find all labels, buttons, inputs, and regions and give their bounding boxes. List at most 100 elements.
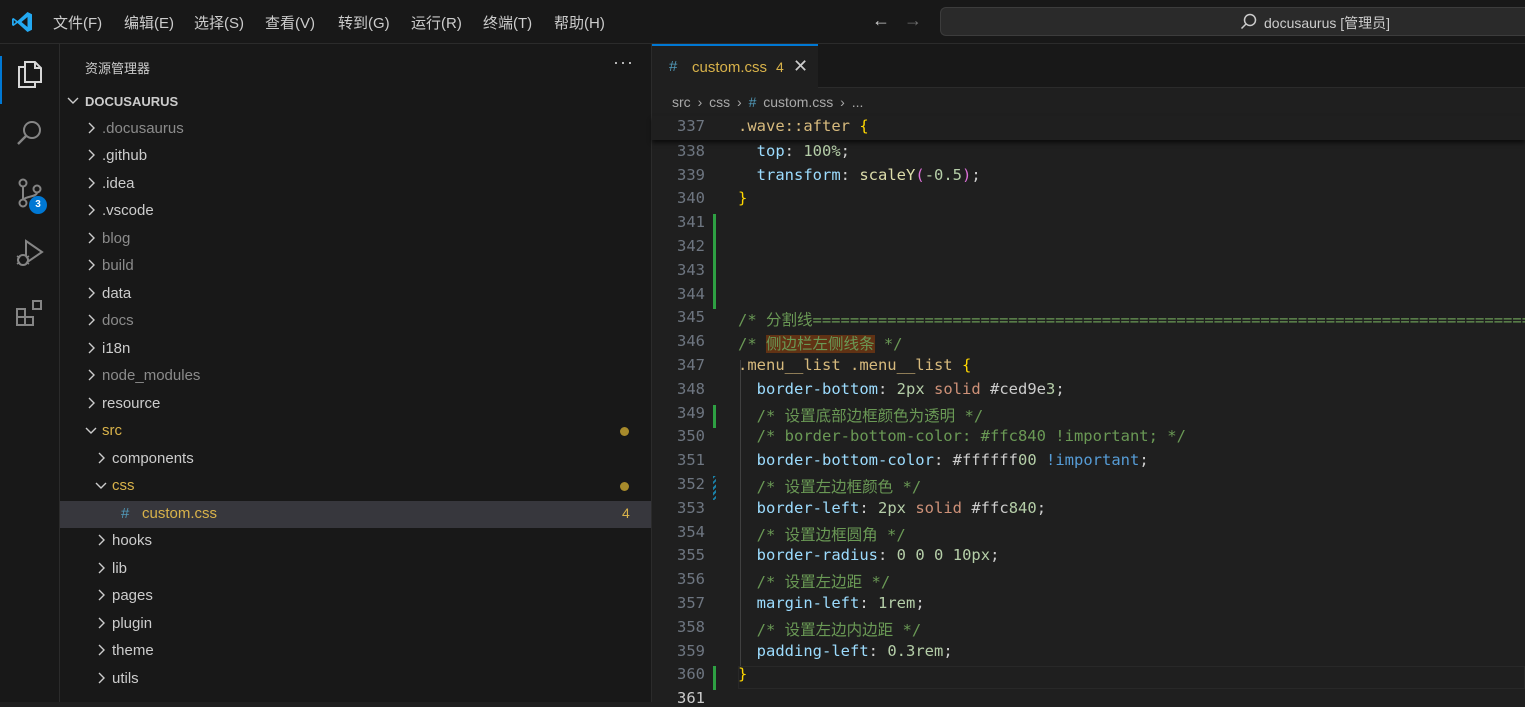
folder-item[interactable]: .docusaurus (60, 116, 651, 143)
breadcrumb-css[interactable]: css (709, 94, 730, 110)
code-editor[interactable]: 338 top: 100%; 339 transform: scaleY(-0.5… (652, 116, 1525, 707)
breadcrumb-file[interactable]: custom.css (763, 94, 833, 110)
line-number: 358 (677, 617, 705, 636)
folder-item[interactable]: hooks (60, 528, 651, 555)
code-line[interactable]: border-left: 2px solid #ffc840; (738, 499, 1046, 517)
run-debug-icon[interactable] (14, 237, 46, 269)
modified-dot-icon (620, 482, 629, 491)
vscode-logo-icon[interactable] (10, 10, 34, 34)
folder-item[interactable]: src (60, 418, 651, 445)
search-icon[interactable] (14, 117, 46, 149)
code-line[interactable]: border-bottom-color: #ffffff00 !importan… (738, 451, 1149, 469)
code-line[interactable]: /* 分割线==================================… (738, 308, 1525, 330)
line-number: 344 (677, 284, 705, 303)
line-number: 351 (677, 451, 705, 470)
folder-item[interactable]: .idea (60, 171, 651, 198)
line-number: 337 (677, 117, 705, 135)
menu-go[interactable]: 转到(G) (338, 12, 390, 33)
breadcrumb-src[interactable]: src (672, 94, 691, 110)
line-number: 350 (677, 427, 705, 446)
menu-view[interactable]: 查看(V) (265, 12, 315, 33)
line-number: 342 (677, 237, 705, 255)
file-item[interactable]: # custom.css 4 (60, 500, 651, 528)
menu-selection[interactable]: 选择(S) (194, 12, 244, 33)
code-line[interactable]: /* 设置边框圆角 */ (738, 523, 906, 545)
folder-item[interactable]: .vscode (60, 198, 651, 225)
chevron-right-icon (88, 149, 95, 161)
close-icon[interactable]: ✕ (793, 56, 808, 77)
sidebar-title: 资源管理器 (85, 61, 151, 76)
menu-help[interactable]: 帮助(H) (554, 12, 605, 33)
current-line-highlight (738, 666, 1525, 690)
folder-item[interactable]: css (60, 473, 651, 500)
tab-problem-count: 4 (776, 59, 784, 75)
line-number: 338 (677, 141, 705, 160)
folder-item[interactable]: theme (60, 638, 651, 665)
folder-item[interactable]: blog (60, 226, 651, 253)
breadcrumb-symbol[interactable]: ... (852, 94, 864, 110)
code-line[interactable]: padding-left: 0.3rem; (738, 642, 953, 660)
command-center[interactable]: docusaurus [管理员] (940, 7, 1525, 36)
added-line-marker (713, 666, 716, 691)
folder-item[interactable]: utils (60, 666, 651, 693)
folder-item[interactable]: pages (60, 583, 651, 610)
code-line[interactable]: } (738, 189, 747, 207)
forward-arrow-icon[interactable]: → (904, 10, 922, 31)
chevron-right-icon (88, 314, 95, 326)
code-line[interactable]: margin-left: 1rem; (738, 594, 925, 612)
menu-file[interactable]: 文件(F) (53, 12, 102, 33)
folder-item[interactable]: data (60, 281, 651, 308)
tree-item-label: hooks (112, 532, 153, 549)
chevron-right-icon (88, 232, 95, 243)
menu-terminal[interactable]: 终端(T) (483, 12, 532, 33)
folder-item[interactable]: node_modules (60, 363, 651, 390)
code-line[interactable]: transform: scaleY(-0.5); (738, 166, 981, 184)
line-number: 352 (677, 475, 705, 493)
folder-item[interactable]: .github (60, 143, 651, 170)
code-line[interactable]: border-bottom: 2px solid #ced9e3; (738, 380, 1065, 398)
line-number: 355 (677, 546, 705, 565)
problem-count: 4 (622, 504, 630, 521)
line-number: 347 (677, 356, 705, 374)
extensions-icon[interactable] (14, 297, 46, 329)
files-icon[interactable] (14, 58, 46, 90)
chevron-right-icon (88, 177, 95, 188)
tab-custom-css[interactable]: # custom.css 4 ✕ (652, 44, 818, 88)
code-line[interactable]: /* 设置左边距 */ (738, 570, 891, 592)
code-line[interactable]: /* 设置左边内边距 */ (738, 618, 922, 640)
breadcrumb: src › css › # custom.css › ... (672, 94, 866, 110)
tree-item-label: docs (102, 312, 134, 329)
title-bar: 文件(F) 编辑(E) 选择(S) 查看(V) 转到(G) 运行(R) 终端(T… (0, 0, 1525, 44)
sticky-scroll-header[interactable]: 337 .wave::after { (652, 116, 1525, 140)
folder-item[interactable]: i18n (60, 336, 651, 363)
code-line[interactable]: .menu__list .menu__list { (738, 356, 971, 374)
code-line[interactable]: top: 100%; (738, 142, 850, 160)
line-number: 356 (677, 570, 705, 589)
tree-item-label: blog (102, 229, 131, 247)
line-number: 345 (677, 308, 705, 327)
folder-item[interactable]: resource (60, 391, 651, 418)
back-arrow-icon[interactable]: ← (872, 10, 890, 31)
chevron-right-icon (98, 562, 105, 573)
code-line[interactable]: /* 设置左边框颜色 */ (738, 475, 922, 497)
folder-item[interactable]: docs (60, 308, 651, 335)
line-number: 348 (677, 379, 705, 398)
menu-run[interactable]: 运行(R) (411, 12, 462, 33)
folder-item[interactable]: lib (60, 556, 651, 583)
folder-item[interactable]: components (60, 446, 651, 473)
folder-item[interactable]: plugin (60, 611, 651, 638)
folder-item[interactable]: build (60, 253, 651, 280)
code-line[interactable]: /* 侧边栏左侧线条 */ (738, 332, 903, 354)
sticky-code-line: .wave::after { (738, 117, 869, 135)
menu-edit[interactable]: 编辑(E) (124, 12, 174, 33)
modified-dot-icon (620, 427, 629, 436)
code-line[interactable]: } (738, 665, 747, 683)
code-line[interactable]: /* border-bottom-color: #ffc840 !importa… (738, 427, 1186, 445)
tree-root[interactable]: DOCUSAURUS (60, 88, 651, 115)
tree-item-label: build (102, 257, 134, 274)
more-actions-icon[interactable]: ··· (613, 52, 634, 73)
tree-item-label: plugin (112, 614, 153, 632)
code-line[interactable]: /* 设置底部边框颜色为透明 */ (738, 404, 984, 426)
code-line[interactable]: border-radius: 0 0 0 10px; (738, 546, 1000, 564)
line-number: 357 (677, 594, 705, 612)
